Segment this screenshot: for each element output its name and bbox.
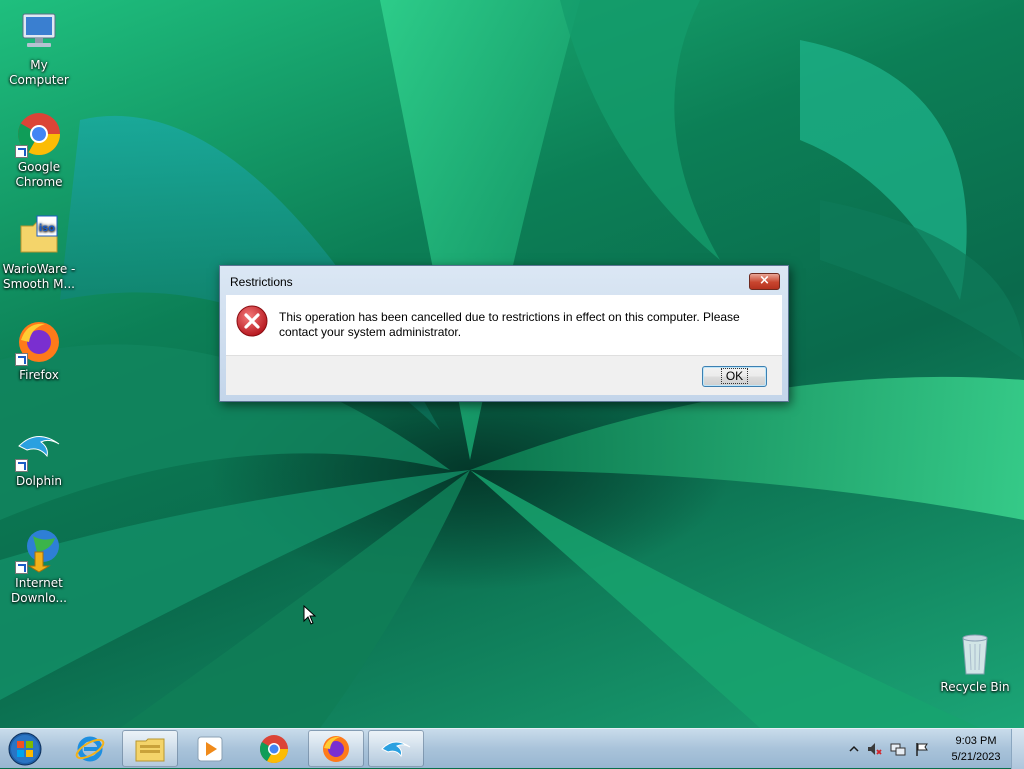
speaker-muted-icon[interactable] (866, 741, 882, 757)
close-icon: × (759, 273, 770, 288)
taskbar-chrome[interactable] (246, 730, 302, 767)
show-hidden-icons-chevron[interactable] (846, 741, 862, 757)
dolphin-icon (15, 424, 63, 472)
taskbar: 9:03 PM 5/21/2023 (0, 728, 1024, 769)
taskbar-media-player[interactable] (182, 730, 238, 767)
dialog-close-button[interactable]: × (749, 273, 780, 290)
mouse-cursor-icon (303, 605, 317, 625)
taskbar-firefox[interactable] (308, 730, 364, 767)
show-desktop-button[interactable] (1011, 729, 1024, 769)
chrome-icon (260, 734, 288, 763)
shortcut-arrow-icon (15, 459, 28, 472)
error-icon (236, 305, 268, 337)
taskbar-dolphin[interactable] (368, 730, 424, 767)
clock-time: 9:03 PM (955, 735, 997, 747)
computer-icon (15, 8, 63, 56)
desktop-icon-label: Dolphin (15, 474, 63, 488)
desktop-icon-recycle-bin[interactable]: Recycle Bin (936, 630, 1014, 695)
desktop-icon-label: Firefox (19, 368, 59, 382)
windows-start-icon (8, 732, 42, 766)
firefox-icon (15, 318, 63, 366)
dolphin-icon (381, 741, 411, 757)
internet-download-manager-icon (15, 526, 63, 574)
system-clock[interactable]: 9:03 PM 5/21/2023 (940, 733, 1012, 765)
file-explorer-icon (135, 738, 165, 761)
recycle-bin-icon (951, 630, 999, 678)
dialog-footer: OK (226, 355, 782, 395)
svg-text:iso: iso (39, 223, 55, 234)
desktop-icon-label: Google Chrome (15, 160, 63, 189)
media-player-icon (197, 736, 223, 761)
desktop-icon-label: My Computer (9, 58, 69, 87)
taskbar-file-explorer[interactable] (122, 730, 178, 767)
shortcut-arrow-icon (15, 353, 28, 366)
desktop-icon-label: Internet Downlo... (11, 576, 67, 605)
desktop-icon-google-chrome[interactable]: Google Chrome (0, 110, 78, 190)
internet-explorer-icon (75, 736, 105, 761)
action-center-flag-icon[interactable] (914, 741, 930, 757)
dialog-title: Restrictions (230, 275, 293, 289)
ok-button[interactable]: OK (702, 366, 767, 387)
taskbar-internet-explorer[interactable] (62, 730, 118, 767)
desktop[interactable]: My Computer Google Chrome iso WarioWare … (0, 0, 1024, 728)
firefox-icon (323, 735, 349, 762)
desktop-icon-firefox[interactable]: Firefox (0, 318, 78, 383)
desktop-icon-internet-download-manager[interactable]: Internet Downlo... (0, 526, 78, 606)
clock-date: 5/21/2023 (951, 751, 1001, 763)
network-icon[interactable] (890, 741, 906, 757)
desktop-icon-label: WarioWare - Smooth M... (2, 262, 76, 291)
dialog-body: This operation has been cancelled due to… (226, 295, 782, 355)
desktop-icon-warioware-iso[interactable]: iso WarioWare - Smooth M... (0, 212, 78, 292)
desktop-icon-my-computer[interactable]: My Computer (0, 8, 78, 88)
start-button[interactable] (5, 730, 45, 768)
dialog-message: This operation has been cancelled due to… (279, 310, 740, 339)
iso-file-icon: iso (15, 212, 63, 260)
ok-button-label: OK (720, 368, 749, 384)
shortcut-arrow-icon (15, 561, 28, 574)
chrome-icon (15, 110, 63, 158)
desktop-icon-dolphin[interactable]: Dolphin (0, 424, 78, 489)
shortcut-arrow-icon (15, 145, 28, 158)
desktop-icon-label: Recycle Bin (940, 680, 1010, 694)
restrictions-dialog: Restrictions × This operation has been c… (219, 265, 789, 402)
